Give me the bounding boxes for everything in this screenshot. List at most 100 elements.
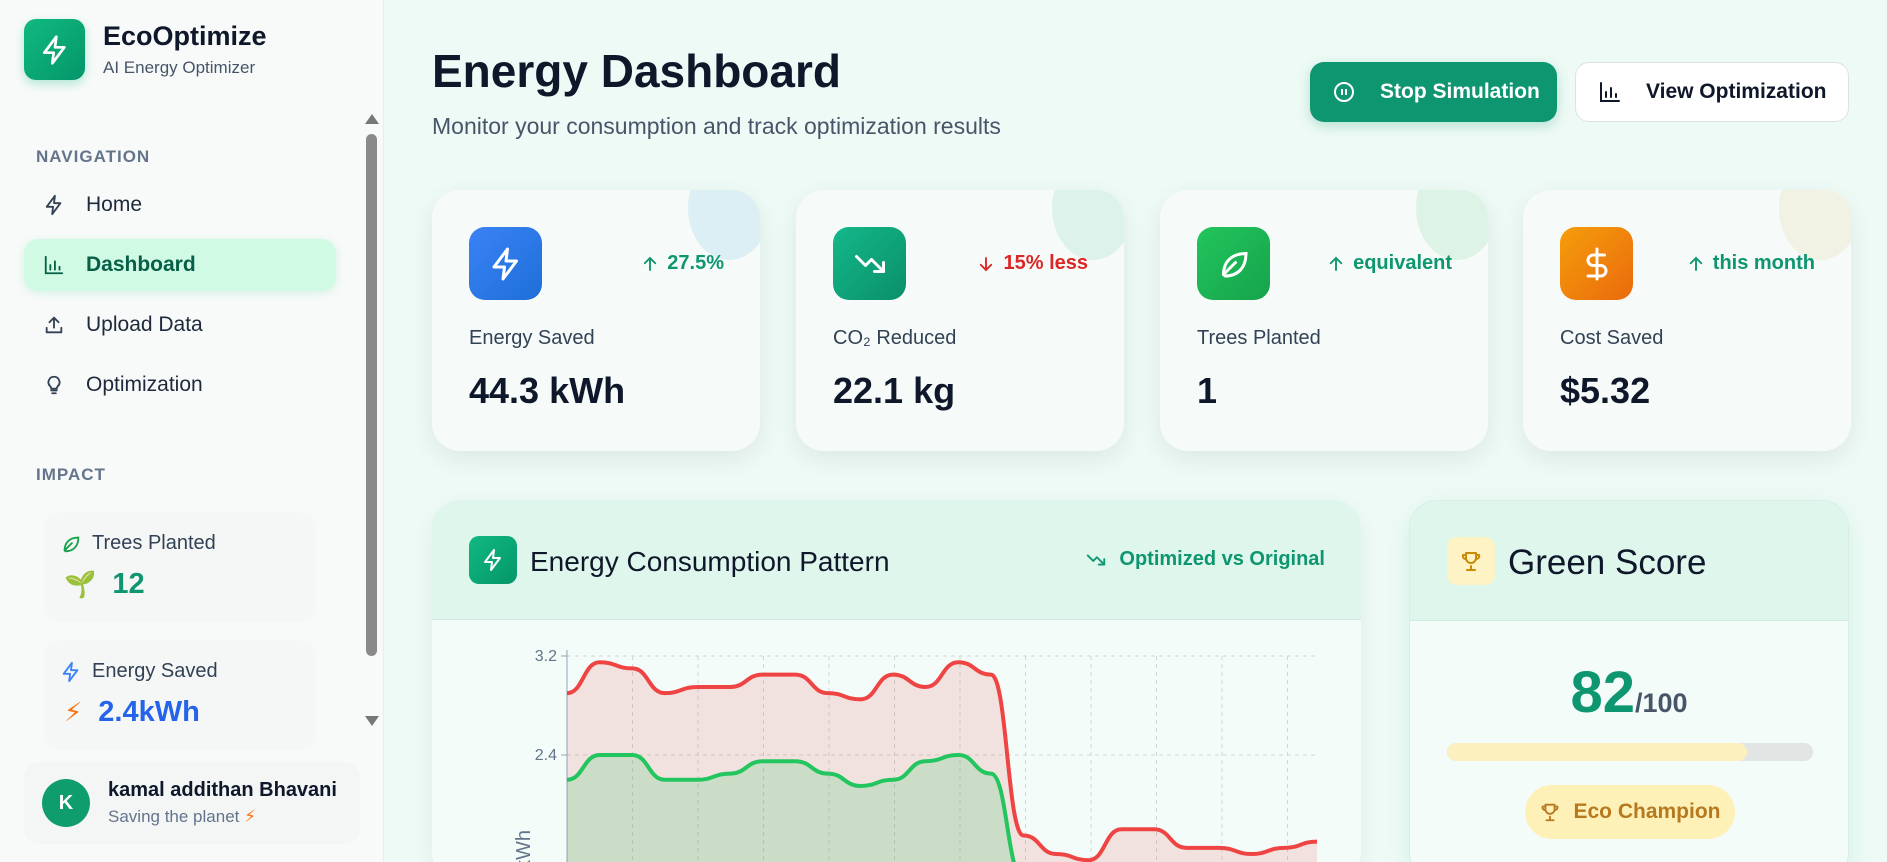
user-name: kamal addithan Bhavani: [108, 779, 337, 801]
impact-value: 12: [112, 568, 145, 600]
upload-icon: [42, 313, 66, 337]
stat-trend-label: equivalent: [1353, 252, 1452, 274]
bolt-icon: [484, 549, 501, 571]
page-subtitle: Monitor your consumption and track optim…: [432, 113, 1001, 139]
leaf-icon: [1221, 251, 1248, 277]
stat-icon: [1197, 227, 1270, 300]
chart-legend-label: Optimized vs Original: [1119, 548, 1325, 570]
stat-label: Energy Saved: [469, 327, 595, 349]
trophy-icon: [1542, 803, 1559, 822]
chart-icon: [469, 536, 517, 584]
sidebar-item-home[interactable]: Home: [24, 179, 336, 231]
stat-trend: 15% less: [977, 252, 1088, 275]
sidebar-item-upload-data[interactable]: Upload Data: [24, 299, 336, 351]
score-number: 82: [1570, 660, 1635, 725]
stat-value: 22.1 kg: [833, 370, 956, 411]
stat-icon: [833, 227, 906, 300]
user-subtitle: Saving the planet: [108, 807, 240, 826]
stat-card-trees-planted: equivalent Trees Planted 1: [1160, 190, 1488, 451]
y-axis-label: kWh: [513, 830, 535, 862]
decorative-circle: [1052, 190, 1124, 260]
arrow-down-icon: [980, 256, 993, 271]
stat-card-cost-saved: this month Cost Saved $5.32: [1523, 190, 1851, 451]
page-title: Energy Dashboard: [432, 45, 841, 97]
y-tick-label: 3.2: [535, 648, 557, 665]
sidebar-item-dashboard[interactable]: Dashboard: [24, 239, 336, 291]
eco-champion-badge: Eco Champion: [1525, 785, 1735, 839]
energy-chart-panel: Energy Consumption Pattern Optimized vs …: [432, 500, 1361, 862]
avatar: K: [42, 779, 90, 827]
decorative-circle: [1779, 190, 1851, 260]
score-title: Green Score: [1508, 543, 1707, 582]
arrow-up-icon: [1329, 256, 1343, 271]
impact-label: IMPACT: [36, 465, 106, 484]
score-max: /100: [1634, 688, 1688, 718]
stat-trend-label: 27.5%: [667, 252, 724, 274]
bolt-icon: [42, 34, 66, 65]
trending-down-icon: [1087, 554, 1106, 565]
sidebar-item-label: Dashboard: [86, 253, 196, 276]
trending-down-icon: [854, 254, 885, 273]
bar-chart-icon: [42, 253, 66, 277]
impact-energy-card: Energy Saved ⚡ 2.4kWh: [44, 640, 316, 750]
badge-label: Eco Champion: [1573, 800, 1721, 823]
sidebar-scrollbar[interactable]: [363, 112, 379, 726]
scroll-thumb[interactable]: [366, 134, 377, 656]
bolt-icon: [62, 661, 79, 682]
stat-label: Trees Planted: [1197, 327, 1321, 349]
brand[interactable]: EcoOptimize AI Energy Optimizer: [24, 19, 267, 80]
stat-card-energy-saved: 27.5% Energy Saved 44.3 kWh: [432, 190, 760, 451]
decorative-circle: [1416, 190, 1488, 260]
scroll-down-arrow-icon[interactable]: [365, 716, 379, 726]
navigation-label: NAVIGATION: [36, 147, 151, 166]
stat-value: 44.3 kWh: [469, 370, 626, 411]
stat-label: Cost Saved: [1560, 327, 1664, 349]
impact-label: Trees Planted: [92, 532, 216, 554]
seedling-icon: 🌱: [64, 569, 97, 599]
stat-trend-label: 15% less: [1003, 252, 1088, 274]
stat-value: $5.32: [1560, 370, 1651, 411]
chart-legend: Optimized vs Original: [1085, 548, 1325, 571]
scroll-up-arrow-icon[interactable]: [365, 114, 379, 124]
pause-circle-icon: [1334, 82, 1354, 102]
impact-label: Energy Saved: [92, 660, 218, 682]
stat-trend: equivalent: [1327, 252, 1452, 275]
view-optimization-label: View Optimization: [1646, 80, 1827, 103]
green-score-panel: Green Score 82/100 Eco Champion: [1409, 500, 1849, 862]
energy-chart: 3.2 2.4 kWh: [513, 648, 1318, 862]
stat-card-co2-reduced: 15% less CO₂ Reduced 22.1 kg: [796, 190, 1124, 451]
score-progress-bar: [1447, 743, 1813, 761]
stat-trend-label: this month: [1712, 252, 1815, 274]
lightning-icon: ⚡: [64, 697, 83, 727]
bolt-icon: [42, 193, 66, 217]
brand-name: EcoOptimize: [103, 21, 267, 51]
stat-trend: 27.5%: [641, 252, 724, 275]
brand-logo: [24, 19, 85, 80]
impact-trees-card: Trees Planted 🌱 12: [44, 512, 316, 622]
dollar-icon: [1586, 247, 1607, 280]
stop-simulation-button[interactable]: Stop Simulation: [1310, 62, 1557, 122]
stat-value: 1: [1197, 370, 1218, 411]
sidebar-item-label: Upload Data: [86, 313, 203, 336]
chart-header: Energy Consumption Pattern Optimized vs …: [432, 500, 1361, 620]
sidebar-item-label: Optimization: [86, 373, 203, 396]
bar-chart-icon: [1600, 82, 1620, 102]
arrow-up-icon: [644, 256, 657, 271]
user-profile[interactable]: K kamal addithan Bhavani Saving the plan…: [24, 762, 360, 844]
stop-simulation-label: Stop Simulation: [1380, 80, 1540, 103]
stat-icon: [469, 227, 542, 300]
lightbulb-icon: [42, 373, 66, 397]
sidebar-item-label: Home: [86, 193, 143, 216]
score-icon: [1447, 537, 1495, 585]
sidebar-item-optimization[interactable]: Optimization: [24, 359, 336, 411]
stat-trend: this month: [1687, 252, 1815, 275]
decorative-circle: [688, 190, 760, 260]
lightning-icon: ⚡: [244, 807, 257, 826]
score-progress-fill: [1447, 743, 1748, 761]
chart-title: Energy Consumption Pattern: [530, 546, 890, 577]
stat-label: CO₂ Reduced: [833, 327, 957, 349]
view-optimization-button[interactable]: View Optimization: [1575, 62, 1849, 122]
arrow-up-icon: [1689, 256, 1702, 271]
trophy-icon: [1461, 552, 1481, 571]
stat-icon: [1560, 227, 1633, 300]
